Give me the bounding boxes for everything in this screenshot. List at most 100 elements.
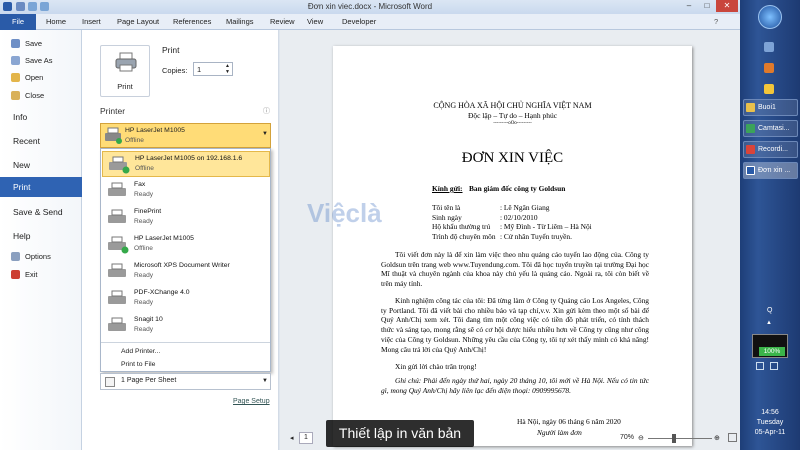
add-printer-item[interactable]: Add Printer... bbox=[121, 348, 160, 355]
doc-signer: Người làm đơn bbox=[537, 428, 582, 437]
help-icon[interactable]: ? bbox=[714, 17, 718, 26]
tab-references[interactable]: References bbox=[173, 17, 211, 26]
minimize-button[interactable]: – bbox=[680, 0, 698, 12]
backstage-print[interactable]: Print bbox=[0, 177, 82, 197]
title-bar: Đơn xin viec.docx - Microsoft Word – □ ✕ bbox=[0, 0, 740, 14]
page-setup-link[interactable]: Page Setup bbox=[233, 398, 270, 405]
close-file-icon bbox=[11, 90, 20, 100]
language-indicator[interactable]: Q bbox=[767, 307, 772, 314]
document-page: CỘNG HÒA XÃ HỘI CHỦ NGHĨA VIỆT NAM Độc l… bbox=[333, 46, 692, 446]
battery-indicator[interactable]: 100% bbox=[752, 334, 788, 358]
tab-file[interactable]: File bbox=[0, 14, 36, 30]
printer-option[interactable]: Fax Ready bbox=[102, 178, 270, 204]
doc-field-label: Trình độ chuyên môn bbox=[432, 231, 496, 241]
doc-paragraph: Xin gửi lời chào trân trọng! bbox=[395, 362, 477, 371]
backstage-save-as[interactable]: Save As bbox=[0, 54, 82, 66]
maximize-button[interactable]: □ bbox=[698, 0, 716, 12]
doc-paragraph: Tôi viết đơn này là để xin làm việc theo… bbox=[381, 250, 649, 289]
backstage-help[interactable]: Help bbox=[0, 228, 82, 243]
tab-mailings[interactable]: Mailings bbox=[226, 17, 254, 26]
printer-option[interactable]: Snagit 10 Ready bbox=[102, 313, 270, 339]
backstage-options[interactable]: Options bbox=[0, 250, 82, 262]
taskbar-item-recording[interactable]: Recordi... bbox=[743, 141, 798, 158]
doc-note: Ghi chú: Phải đến ngày thứ hai, ngày 20 … bbox=[381, 376, 649, 395]
page-number-input[interactable]: 1 bbox=[299, 432, 313, 444]
taskbar-item-camtasia[interactable]: Camtasi... bbox=[743, 120, 798, 137]
printer-icon bbox=[105, 127, 122, 144]
record-icon bbox=[746, 145, 755, 154]
printer-icon bbox=[108, 317, 126, 331]
printer-icon bbox=[108, 209, 126, 223]
doc-field-label: Sinh ngày bbox=[432, 212, 462, 222]
ribbon-tabs: File Home Insert Page Layout References … bbox=[0, 14, 740, 30]
page-icon bbox=[105, 377, 115, 387]
taskbar-app-icon[interactable] bbox=[764, 42, 774, 52]
print-to-file-item[interactable]: Print to File bbox=[121, 361, 155, 368]
options-icon bbox=[11, 251, 20, 261]
save-as-icon bbox=[11, 55, 20, 65]
backstage-close[interactable]: Close bbox=[0, 89, 82, 101]
backstage-open[interactable]: Open bbox=[0, 71, 82, 83]
copies-spinner-icon[interactable]: ▲ ▼ bbox=[225, 63, 230, 75]
chevron-down-icon: ▼ bbox=[262, 131, 268, 137]
doc-title: ĐƠN XIN VIỆC bbox=[461, 150, 564, 166]
backstage-save[interactable]: Save bbox=[0, 37, 82, 49]
printer-heading: Printer bbox=[100, 106, 126, 116]
zoom-level: 70% bbox=[620, 434, 635, 441]
prev-page-button[interactable]: ◂ bbox=[290, 434, 294, 442]
tab-home[interactable]: Home bbox=[46, 17, 66, 26]
folder-icon[interactable] bbox=[764, 84, 774, 94]
tab-review[interactable]: Review bbox=[270, 17, 295, 26]
tab-page-layout[interactable]: Page Layout bbox=[117, 17, 159, 26]
doc-field-value: : Mỹ Đình - Từ Liêm – Hà Nội bbox=[500, 222, 592, 231]
printer-icon bbox=[108, 236, 129, 254]
backstage-save-send[interactable]: Save & Send bbox=[0, 204, 82, 219]
printer-icon bbox=[108, 263, 126, 277]
clock-day: Tuesday bbox=[756, 419, 784, 426]
printer-option[interactable]: HP LaserJet M1005 on 192.168.1.6 Offline bbox=[102, 151, 270, 177]
doc-header-motto: Độc lập – Tự do – Hạnh phúc bbox=[467, 111, 558, 120]
doc-to-label: Kính gửi: bbox=[432, 184, 463, 193]
print-heading: Print bbox=[162, 45, 180, 55]
network-icon[interactable] bbox=[756, 362, 764, 370]
zoom-slider-thumb[interactable] bbox=[672, 434, 676, 443]
info-icon[interactable]: ⓘ bbox=[263, 106, 270, 116]
tab-insert[interactable]: Insert bbox=[82, 17, 101, 26]
start-button[interactable] bbox=[758, 5, 782, 29]
doc-field-label: Hộ khẩu thường trú bbox=[432, 222, 491, 231]
tab-developer[interactable]: Developer bbox=[342, 17, 376, 26]
printer-option[interactable]: Microsoft XPS Document Writer Ready bbox=[102, 259, 270, 285]
pages-per-sheet-select[interactable]: 1 Page Per Sheet ▼ bbox=[100, 373, 271, 390]
folder-icon bbox=[11, 72, 20, 82]
printer-select[interactable]: HP LaserJet M1005 Offline ▼ bbox=[100, 123, 271, 148]
taskbar: Buoi1 Camtasi... Recordi... Đơn xin ... … bbox=[740, 0, 800, 450]
taskbar-item-word[interactable]: Đơn xin ... bbox=[743, 162, 798, 179]
zoom-in-button[interactable]: ⊕ bbox=[714, 434, 720, 442]
save-icon bbox=[11, 38, 20, 48]
volume-icon[interactable] bbox=[770, 362, 778, 370]
backstage-recent[interactable]: Recent bbox=[0, 133, 82, 148]
zoom-out-button[interactable]: ⊖ bbox=[638, 434, 644, 442]
print-button[interactable]: Print bbox=[100, 45, 150, 97]
chevron-up-icon[interactable]: ▲ bbox=[766, 320, 772, 326]
taskbar-item-buoi1[interactable]: Buoi1 bbox=[743, 99, 798, 116]
doc-field-value: : Lê Ngân Giang bbox=[500, 203, 550, 212]
backstage-info[interactable]: Info bbox=[0, 109, 82, 124]
backstage-new[interactable]: New bbox=[0, 157, 82, 172]
printer-option[interactable]: HP LaserJet M1005 Offline bbox=[102, 232, 270, 258]
close-button[interactable]: ✕ bbox=[716, 0, 738, 12]
firefox-icon[interactable] bbox=[764, 63, 774, 73]
clock-date: 05-Apr-11 bbox=[754, 429, 786, 436]
printer-icon bbox=[109, 156, 130, 174]
backstage-exit[interactable]: Exit bbox=[0, 268, 82, 280]
printer-option[interactable]: FinePrint Ready bbox=[102, 205, 270, 231]
doc-field-value: : 02/10/2010 bbox=[500, 212, 538, 222]
exit-icon bbox=[11, 269, 20, 279]
zoom-slider[interactable] bbox=[648, 438, 712, 439]
watermark-logo: Việclà bbox=[307, 198, 382, 228]
clock-time: 14:56 bbox=[761, 409, 779, 416]
copies-input[interactable]: 1 ▲ ▼ bbox=[193, 62, 233, 76]
fit-page-icon[interactable] bbox=[728, 433, 737, 442]
printer-option[interactable]: PDF-XChange 4.0 Ready bbox=[102, 286, 270, 312]
tab-view[interactable]: View bbox=[307, 17, 323, 26]
